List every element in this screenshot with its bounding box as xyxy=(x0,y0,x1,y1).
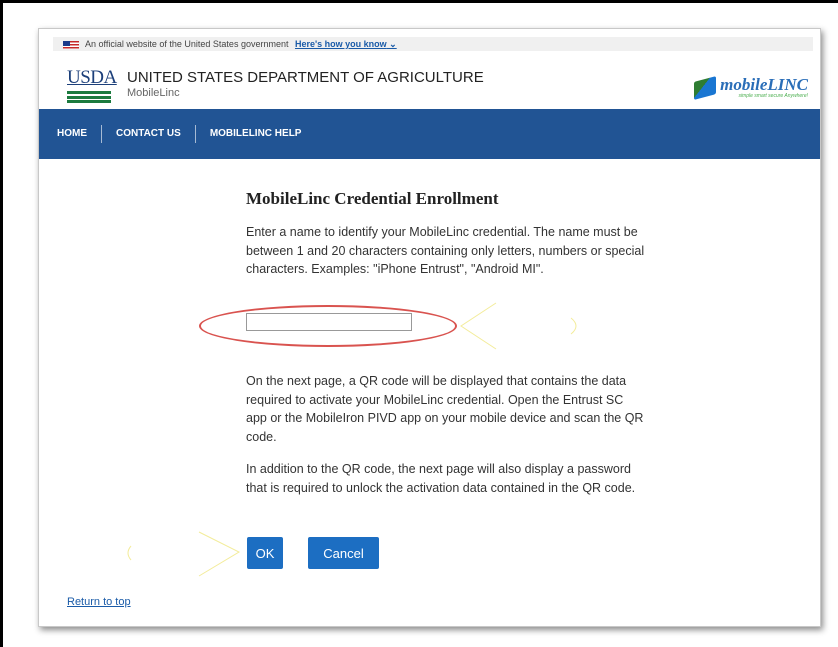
decorative-arrow-marks xyxy=(127,531,241,577)
main-nav: HOME CONTACT US MOBILELINC HELP xyxy=(39,109,820,159)
frame-top-border xyxy=(0,0,838,3)
qr-instructions-text: On the next page, a QR code will be disp… xyxy=(246,374,644,444)
mobilelinc-logo-text: mobileLINC xyxy=(720,75,808,94)
return-to-top-link[interactable]: Return to top xyxy=(67,596,131,608)
nav-home[interactable]: HOME xyxy=(39,125,102,143)
password-info-text: In addition to the QR code, the next pag… xyxy=(246,462,636,495)
usda-logo-text: USDA xyxy=(67,67,117,88)
nav-contact-us[interactable]: CONTACT US xyxy=(102,125,196,143)
enrollment-content: MobileLinc Credential Enrollment Enter a… xyxy=(246,189,646,279)
page-title: MobileLinc Credential Enrollment xyxy=(246,189,499,208)
gov-banner: An official website of the United States… xyxy=(53,37,813,51)
browser-page: An official website of the United States… xyxy=(38,28,821,627)
nav-mobilelinc-help[interactable]: MOBILELINC HELP xyxy=(196,125,316,143)
credential-name-input[interactable] xyxy=(246,313,412,331)
mobilelinc-logo: mobileLINC simple smart secure Anywhere! xyxy=(694,73,808,103)
decorative-chevron-marks xyxy=(460,302,577,350)
us-flag-icon xyxy=(63,40,79,49)
frame-left-border xyxy=(0,0,3,647)
gov-banner-link[interactable]: Here's how you know ⌄ xyxy=(295,39,397,49)
cancel-button[interactable]: Cancel xyxy=(308,537,379,569)
intro-text: Enter a name to identify your MobileLinc… xyxy=(246,225,645,276)
mobilelinc-mark-icon xyxy=(694,76,717,100)
gov-banner-text: An official website of the United States… xyxy=(85,39,289,49)
agency-subtitle: MobileLinc xyxy=(127,87,180,99)
usda-hills-icon xyxy=(67,89,111,103)
usda-logo[interactable]: USDA xyxy=(67,67,117,106)
site-header: USDA UNITED STATES DEPARTMENT OF AGRICUL… xyxy=(39,59,820,107)
ok-button[interactable]: OK xyxy=(247,537,283,569)
agency-name: UNITED STATES DEPARTMENT OF AGRICULTURE xyxy=(127,69,484,86)
